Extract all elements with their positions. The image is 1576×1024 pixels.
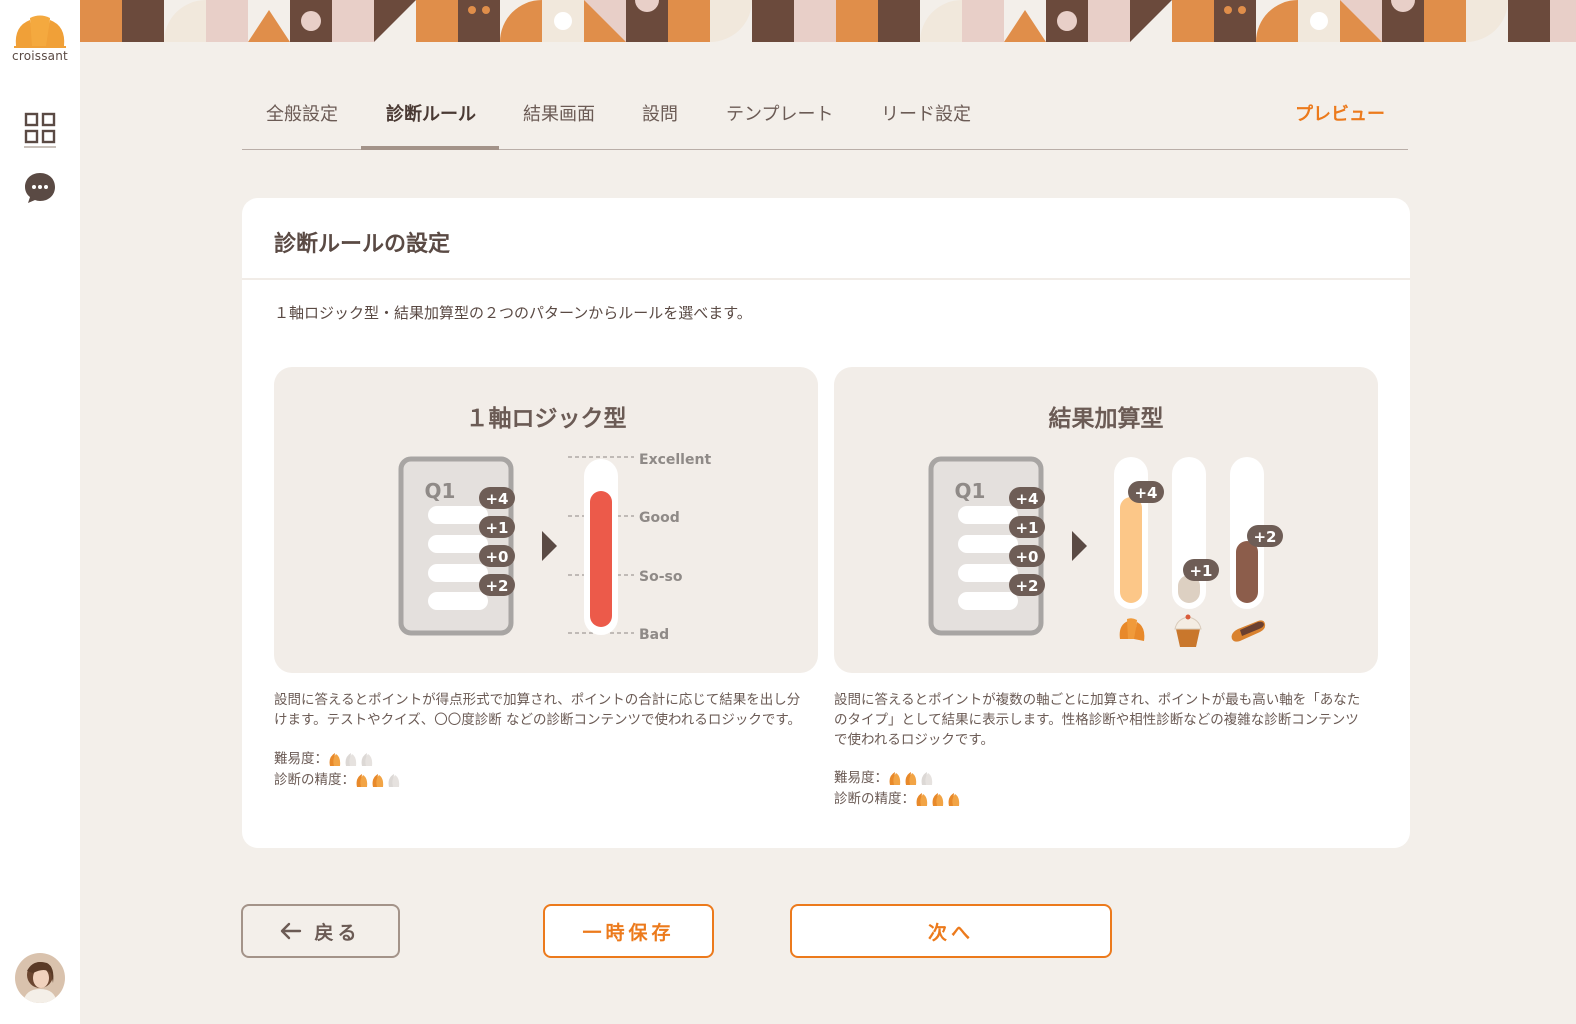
dashboard-grid-icon[interactable] [22,110,58,146]
scale-label: So-so [639,569,683,585]
score-gauge: Excellent Good So-so Bad [568,452,711,643]
back-button-label: 戻る [314,921,361,944]
point-badge: +0 [485,548,508,566]
croissant-filled-icon [916,793,928,806]
difficulty-label: 難易度： [274,751,328,767]
single-axis-description: 設問に答えるとポイントが得点形式で加算され、ポイントの合計に応じて結果を出し分 … [274,690,822,730]
croissant-filled-icon [356,774,368,787]
scale-label: Good [639,510,680,526]
result-addition-accuracy: 診断の精度： [834,789,963,809]
decorative-pattern-banner [80,0,1576,42]
description-line: 設問に答えるとポイントが得点形式で加算され、ポイントの合計に応じて結果を出し分 [274,692,801,708]
accuracy-label: 診断の精度： [834,791,915,807]
axis-point-badge: +1 [1189,562,1212,580]
croissant-icon [1119,618,1145,641]
card-divider [242,278,1410,280]
single-axis-difficulty: 難易度： [274,749,376,769]
accuracy-rating [355,772,403,788]
eclair-icon [1231,620,1266,642]
gauge-fill [590,491,612,627]
croissant-empty-icon [921,772,933,785]
tab-lead-settings[interactable]: リード設定 [881,100,971,126]
difficulty-rating [888,770,936,786]
arrow-right-icon [542,531,557,561]
result-addition-option-card[interactable]: 結果加算型 Q1 +4 +1 +0 +2 +4 +1 +2 [834,367,1378,673]
croissant-empty-icon [345,753,357,766]
croissant-empty-icon [388,774,400,787]
card-description: １軸ロジック型・結果加算型の２つのパターンからルールを選べます。 [274,304,752,322]
accuracy-label: 診断の精度： [274,772,355,788]
question-label: Q1 [425,479,456,503]
point-badge: +4 [485,490,508,508]
back-button[interactable]: 戻る [241,904,400,958]
single-axis-illustration: Q1 +4 +1 +0 +2 Excellent Good So-so Bad [398,452,711,643]
croissant-filled-icon [932,793,944,806]
description-line: 設問に答えるとポイントが複数の軸ごとに加算され、ポイントが最も高い軸を「あなた [834,692,1361,708]
croissant-filled-icon [905,772,917,785]
accuracy-rating [915,791,963,807]
croissant-logo-icon [14,15,66,48]
card-title: 診断ルールの設定 [274,232,451,257]
tab-diagnosis-rules[interactable]: 診断ルール [386,100,476,126]
description-line: けます。テストやクイズ、〇〇度診断 などの診断コンテンツで使われるロジックです。 [274,712,802,728]
axis-bars: +4 +1 +2 [1114,457,1283,609]
difficulty-label: 難易度： [834,770,888,786]
active-tab-indicator [361,146,499,150]
tab-result-screen[interactable]: 結果画面 [523,100,595,126]
description-line: のタイプ」として結果に表示します。性格診断や相性診断などの複雑な診断コンテンツ [834,712,1359,728]
result-addition-illustration: Q1 +4 +1 +0 +2 +4 +1 +2 [928,456,1283,647]
point-badge: +4 [1015,490,1038,508]
result-addition-description: 設問に答えるとポイントが複数の軸ごとに加算され、ポイントが最も高い軸を「あなた … [834,690,1382,750]
axis-bar-eclair [1236,541,1258,603]
point-badge: +0 [1015,548,1038,566]
next-button[interactable]: 次へ [790,904,1112,958]
croissant-filled-icon [948,793,960,806]
tab-general-settings[interactable]: 全般設定 [266,100,338,126]
sidebar: croissant [0,0,80,1024]
sidebar-divider [24,146,56,148]
single-axis-option-card[interactable]: １軸ロジック型 Q1 +4 +1 +0 +2 Excellent Good So… [274,367,818,673]
user-avatar[interactable] [15,953,65,1003]
chat-bubble-icon[interactable] [22,170,58,206]
point-badge: +1 [485,519,508,537]
axis-point-badge: +2 [1253,528,1276,546]
result-addition-difficulty: 難易度： [834,768,936,788]
arrow-left-icon [281,922,302,940]
tab-bar: 全般設定 診断ルール 結果画面 設問 テンプレート リード設定 プレビュー [242,80,1408,150]
scale-label: Bad [639,627,669,643]
preview-link[interactable]: プレビュー [1295,100,1385,126]
logo-text: croissant [12,49,68,63]
logo[interactable]: croissant [6,14,74,63]
description-line: で使われるロジックです。 [834,732,994,748]
question-label: Q1 [955,479,986,503]
single-axis-accuracy: 診断の精度： [274,770,403,790]
point-badge: +1 [1015,519,1038,537]
croissant-filled-icon [329,753,341,766]
croissant-empty-icon [361,753,373,766]
axis-point-badge: +4 [1134,484,1157,502]
arrow-right-icon [1072,531,1087,561]
rule-settings-card: 診断ルールの設定 １軸ロジック型・結果加算型の２つのパターンからルールを選べます… [242,198,1410,848]
axis-bar-croissant [1120,497,1142,603]
difficulty-rating [328,751,376,767]
point-badge: +2 [485,577,508,595]
cupcake-icon [1174,614,1202,647]
croissant-filled-icon [889,772,901,785]
scale-label: Excellent [639,452,711,468]
tab-questions[interactable]: 設問 [642,100,678,126]
save-draft-button[interactable]: 一時保存 [543,904,714,958]
tab-templates[interactable]: テンプレート [726,100,833,126]
point-badge: +2 [1015,577,1038,595]
croissant-filled-icon [372,774,384,787]
